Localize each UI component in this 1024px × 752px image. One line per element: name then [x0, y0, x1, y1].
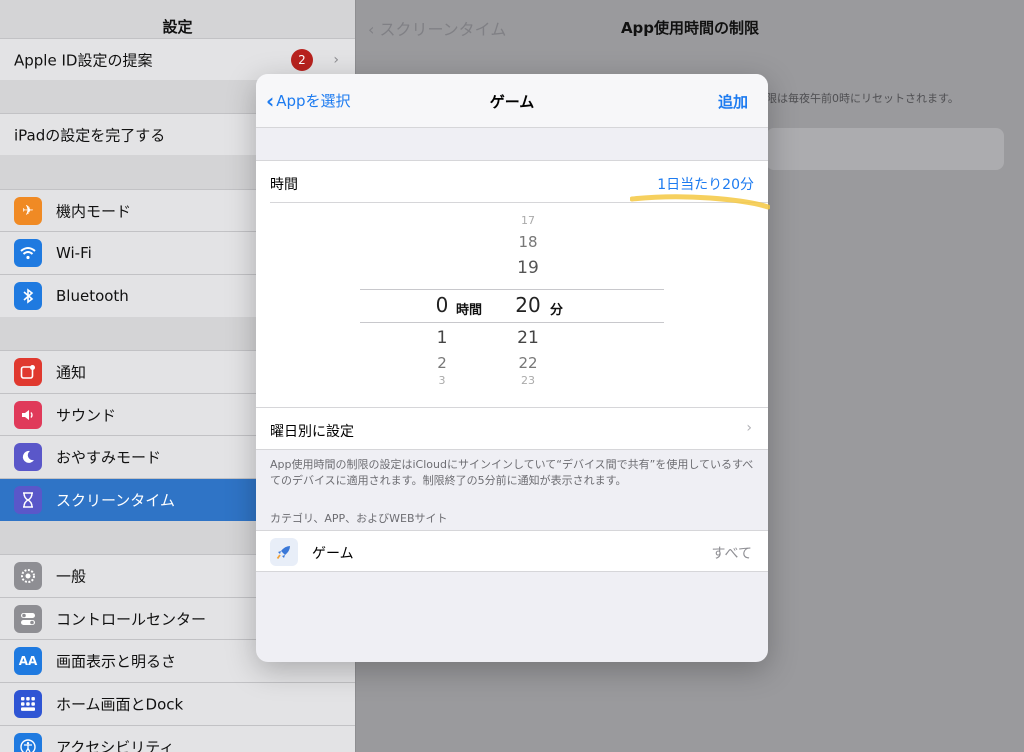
- sidebar-item-accessibility[interactable]: アクセシビリティ: [0, 725, 355, 752]
- picker-hours-option: 2: [437, 354, 447, 372]
- sidebar-item-label: サウンド: [56, 406, 117, 424]
- picker-selection-bottom-line: [360, 322, 664, 323]
- gear-icon: [14, 562, 42, 590]
- rocket-icon: [270, 538, 298, 566]
- sidebar-item-home-screen-dock[interactable]: ホーム画面とDock: [0, 682, 355, 725]
- sidebar-item-label: Wi-Fi: [56, 244, 92, 262]
- sidebar-item-label: おやすみモード: [56, 448, 162, 467]
- add-limit-modal: ‹ Appを選択 ゲーム 追加 時間 1日当たり20分 0 時間 1 2 3 1…: [256, 74, 768, 662]
- sidebar-item-label: Apple ID設定の提案: [14, 51, 153, 69]
- sidebar-item-label: コントロールセンター: [56, 610, 207, 628]
- picker-minutes-option: 22: [518, 354, 538, 372]
- picker-minutes-selected: 20: [515, 293, 541, 317]
- picker-minutes-unit: 分: [550, 303, 564, 318]
- sidebar-item-label: 一般: [56, 567, 87, 586]
- category-value: すべて: [711, 546, 752, 562]
- picker-minutes-option: 17: [521, 214, 535, 227]
- picker-minutes-option: 23: [521, 374, 535, 387]
- customize-days-label: 曜日別に設定: [270, 424, 354, 440]
- customize-days-row[interactable]: 曜日別に設定 ›: [256, 407, 768, 450]
- picker-hours-option: 3: [438, 374, 446, 387]
- modal-nav-bar: ‹ Appを選択 ゲーム 追加: [256, 74, 768, 128]
- airplane-icon: ✈: [14, 196, 42, 225]
- picker-hours-option: 1: [436, 328, 448, 348]
- time-picker[interactable]: 0 時間 1 2 3 17 18 19 20 分 21 22 23: [360, 204, 664, 408]
- picker-hours-unit: 時間: [456, 303, 483, 318]
- chevron-right-icon: ›: [333, 51, 339, 68]
- hourglass-icon: [14, 486, 42, 514]
- time-label: 時間: [270, 177, 298, 193]
- time-row[interactable]: 時間 1日当たり20分: [256, 161, 768, 203]
- sync-footnote: App使用時間の制限の設定はiCloudにサインインしていて“デバイス間で共有”…: [270, 458, 754, 487]
- sidebar-item-label: 機内モード: [56, 202, 132, 220]
- detail-title: App使用時間の制限: [620, 19, 760, 37]
- bluetooth-icon: [14, 282, 42, 310]
- grid-icon: [14, 690, 42, 718]
- accessibility-icon: [14, 733, 42, 752]
- picker-minutes-option: 19: [517, 258, 539, 278]
- sidebar-item-label: ホーム画面とDock: [56, 695, 184, 714]
- notification-icon: [14, 358, 42, 386]
- section-header-categories: カテゴリ、APP、およびWEBサイト: [270, 512, 448, 525]
- time-group: 時間 1日当たり20分 0 時間 1 2 3 17 18 19 20 分 21 …: [256, 160, 768, 408]
- sidebar-item-label: 画面表示と明るさ: [56, 652, 177, 671]
- sidebar-item-label: Bluetooth: [56, 287, 129, 305]
- notification-badge: 2: [291, 48, 313, 71]
- reset-note: 限は毎夜午前0時にリセットされます。: [766, 92, 959, 105]
- sidebar-item-label: iPadの設定を完了する: [14, 126, 166, 144]
- picker-selection-top-line: [360, 289, 664, 290]
- picker-minutes-option: 18: [518, 233, 538, 251]
- wifi-icon: [14, 239, 42, 267]
- speaker-icon: [14, 400, 42, 429]
- sidebar-item-label: 通知: [56, 363, 87, 382]
- toggles-icon: [14, 604, 42, 633]
- picker-hours-selected: 0: [435, 293, 449, 317]
- moon-icon: [14, 443, 42, 471]
- detail-cell: [766, 128, 1004, 170]
- detail-nav-bar: ‹ スクリーンタイム App使用時間の制限: [356, 0, 1024, 52]
- sidebar-item-label: スクリーンタイム: [56, 491, 175, 510]
- chevron-right-icon: ›: [746, 420, 752, 436]
- time-value: 1日当たり20分: [657, 177, 754, 193]
- row-separator: [270, 202, 768, 203]
- modal-title: ゲーム: [489, 93, 535, 111]
- picker-minutes-option: 21: [517, 328, 539, 348]
- add-button[interactable]: 追加: [718, 91, 748, 112]
- category-label: ゲーム: [312, 546, 354, 562]
- sidebar-item-label: アクセシビリティ: [56, 738, 175, 752]
- category-row-games[interactable]: ゲーム すべて: [256, 530, 768, 572]
- text-size-icon: AA: [14, 647, 42, 675]
